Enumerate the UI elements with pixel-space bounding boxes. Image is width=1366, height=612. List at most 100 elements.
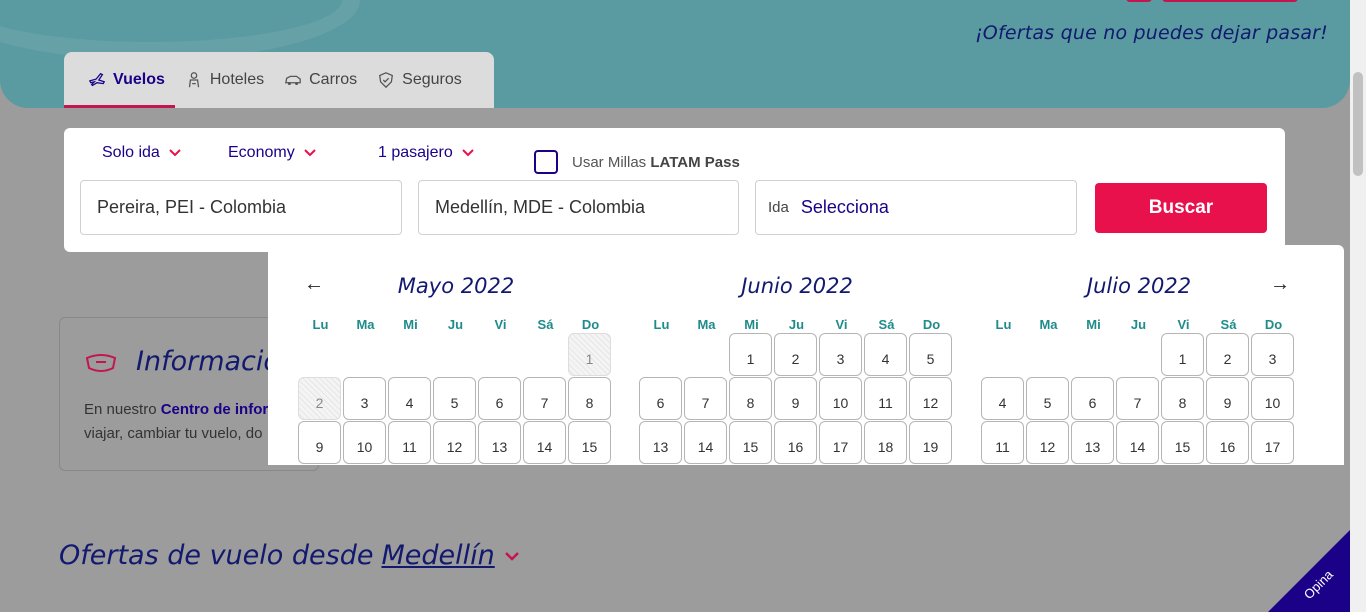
days-grid: 1 2 3 4 5 6 7 8 9 10 11 12 13 14 15 [298,333,614,465]
calendar-day[interactable]: 15 [568,421,611,464]
promo-button-small[interactable] [1126,0,1152,2]
calendar-day[interactable]: 11 [981,421,1024,464]
calendar-day[interactable]: 11 [864,377,907,420]
origin-field[interactable]: Pereira, PEI - Colombia [80,180,402,235]
calendar-day[interactable]: 7 [1116,377,1159,420]
date-picker: ← → Mayo 2022 Lu Ma Mi Ju Vi Sá Do 1 2 3 4 5 6 7 8 9 10… [268,245,1344,465]
calendar-day[interactable]: 12 [909,377,952,420]
weekday-label: Mi [744,317,759,332]
calendar-day[interactable]: 6 [1071,377,1114,420]
departure-date-field[interactable]: Ida Selecciona [755,180,1077,235]
passengers-select[interactable]: 1 pasajero [378,144,475,162]
calendar-day[interactable]: 6 [478,377,521,420]
days-grid: 1 2 3 4 5 6 7 8 9 10 11 12 13 14 15 16 17 18 19 [639,333,955,465]
chevron-down-icon [303,149,316,157]
calendar-day[interactable]: 10 [343,421,386,464]
calendar-day[interactable]: 11 [388,421,431,464]
tab-label: Hoteles [209,71,265,88]
weekday-label: Ma [1039,317,1058,332]
destination-value: Medellín, MDE - Colombia [435,197,646,217]
calendar-day[interactable]: 14 [1116,421,1159,464]
scrollbar-thumb[interactable] [1353,72,1363,176]
calendar-month: Julio 2022 Lu Ma Mi Ju Vi Sá Do 1 2 3 4 5 6 7 8 9 10 11 1… [981,267,1297,465]
calendar-day[interactable]: 10 [1251,377,1294,420]
calendar-day[interactable]: 5 [909,333,952,376]
calendar-day[interactable]: 5 [433,377,476,420]
calendar-day[interactable]: 2 [1206,333,1249,376]
weekday-label: Ma [697,317,716,332]
empty-cell [639,333,682,376]
empty-cell [478,333,521,376]
weekday-label: Mi [403,317,418,332]
feedback-tab[interactable]: Opina [1268,530,1350,612]
calendar-day[interactable]: 12 [433,421,476,464]
help-center-link[interactable]: Centro de infor [161,401,269,418]
weekday-header: Lu Ma Mi Ju Vi Sá Do [981,317,1297,332]
tab-seguros[interactable]: Seguros [367,52,472,108]
calendar-day[interactable]: 6 [639,377,682,420]
calendar-day[interactable]: 4 [981,377,1024,420]
calendar-day[interactable]: 16 [1206,421,1249,464]
calendar-day[interactable]: 5 [1026,377,1069,420]
calendar-day[interactable]: 8 [729,377,772,420]
use-miles-checkbox[interactable] [534,150,558,174]
calendar-day[interactable]: 8 [1161,377,1204,420]
calendar-day[interactable]: 18 [864,421,907,464]
trip-type-value: Solo ida [102,144,160,161]
calendar-day[interactable]: 17 [819,421,862,464]
tab-carros[interactable]: Carros [274,52,367,108]
tab-label: Vuelos [113,71,165,88]
calendar-day[interactable]: 9 [774,377,817,420]
use-miles-label: Usar Millas LATAM Pass [572,154,740,171]
calendar-day[interactable]: 19 [909,421,952,464]
calendar-day[interactable]: 3 [1251,333,1294,376]
calendar-day[interactable]: 4 [388,377,431,420]
tab-hoteles[interactable]: Hoteles [175,52,274,108]
empty-cell [1116,333,1159,376]
calendar-day[interactable]: 17 [1251,421,1294,464]
cabin-select[interactable]: Economy [228,144,317,162]
calendar-day[interactable]: 8 [568,377,611,420]
tab-vuelos[interactable]: Vuelos [64,52,175,108]
trip-type-select[interactable]: Solo ida [102,144,182,162]
calendar-day[interactable]: 14 [684,421,727,464]
search-button[interactable]: Buscar [1095,183,1267,233]
mask-icon [85,354,117,372]
product-tabs: Vuelos Hoteles Carros Seguros [64,52,494,108]
chevron-down-icon [462,149,474,157]
calendar-day[interactable]: 12 [1026,421,1069,464]
page-scrollbar[interactable] [1350,0,1366,612]
calendar-day[interactable]: 1 [1161,333,1204,376]
weekday-label: Vi [835,317,848,332]
calendar-day[interactable]: 1 [729,333,772,376]
calendar-day[interactable]: 10 [819,377,862,420]
weekday-header: Lu Ma Mi Ju Vi Sá Do [298,317,614,332]
calendar-day[interactable]: 15 [1161,421,1204,464]
offers-city-select[interactable]: Medellín [381,540,494,571]
promo-button-large[interactable] [1162,0,1298,2]
calendar-day: 1 [568,333,611,376]
calendar-day[interactable]: 2 [774,333,817,376]
calendar-day[interactable]: 13 [478,421,521,464]
chevron-down-icon[interactable] [503,547,521,565]
calendar-day[interactable]: 14 [523,421,566,464]
calendar-day[interactable]: 9 [298,421,341,464]
empty-cell [684,333,727,376]
use-miles-prefix: Usar Millas [572,153,647,171]
empty-cell [343,333,386,376]
calendar-day[interactable]: 15 [729,421,772,464]
calendar-day[interactable]: 9 [1206,377,1249,420]
calendar-day[interactable]: 13 [1071,421,1114,464]
weekday-label: Ju [788,317,805,332]
calendar-day[interactable]: 4 [864,333,907,376]
calendar-day[interactable]: 7 [684,377,727,420]
calendar-day[interactable]: 3 [819,333,862,376]
calendar-day[interactable]: 3 [343,377,386,420]
calendar-day[interactable]: 7 [523,377,566,420]
destination-field[interactable]: Medellín, MDE - Colombia [418,180,739,235]
info-line2: viajar, cambiar tu vuelo, do [84,425,263,442]
weekday-label: Ju [1130,317,1147,332]
calendar-day[interactable]: 13 [639,421,682,464]
passengers-value: 1 pasajero [378,144,453,161]
calendar-day[interactable]: 16 [774,421,817,464]
